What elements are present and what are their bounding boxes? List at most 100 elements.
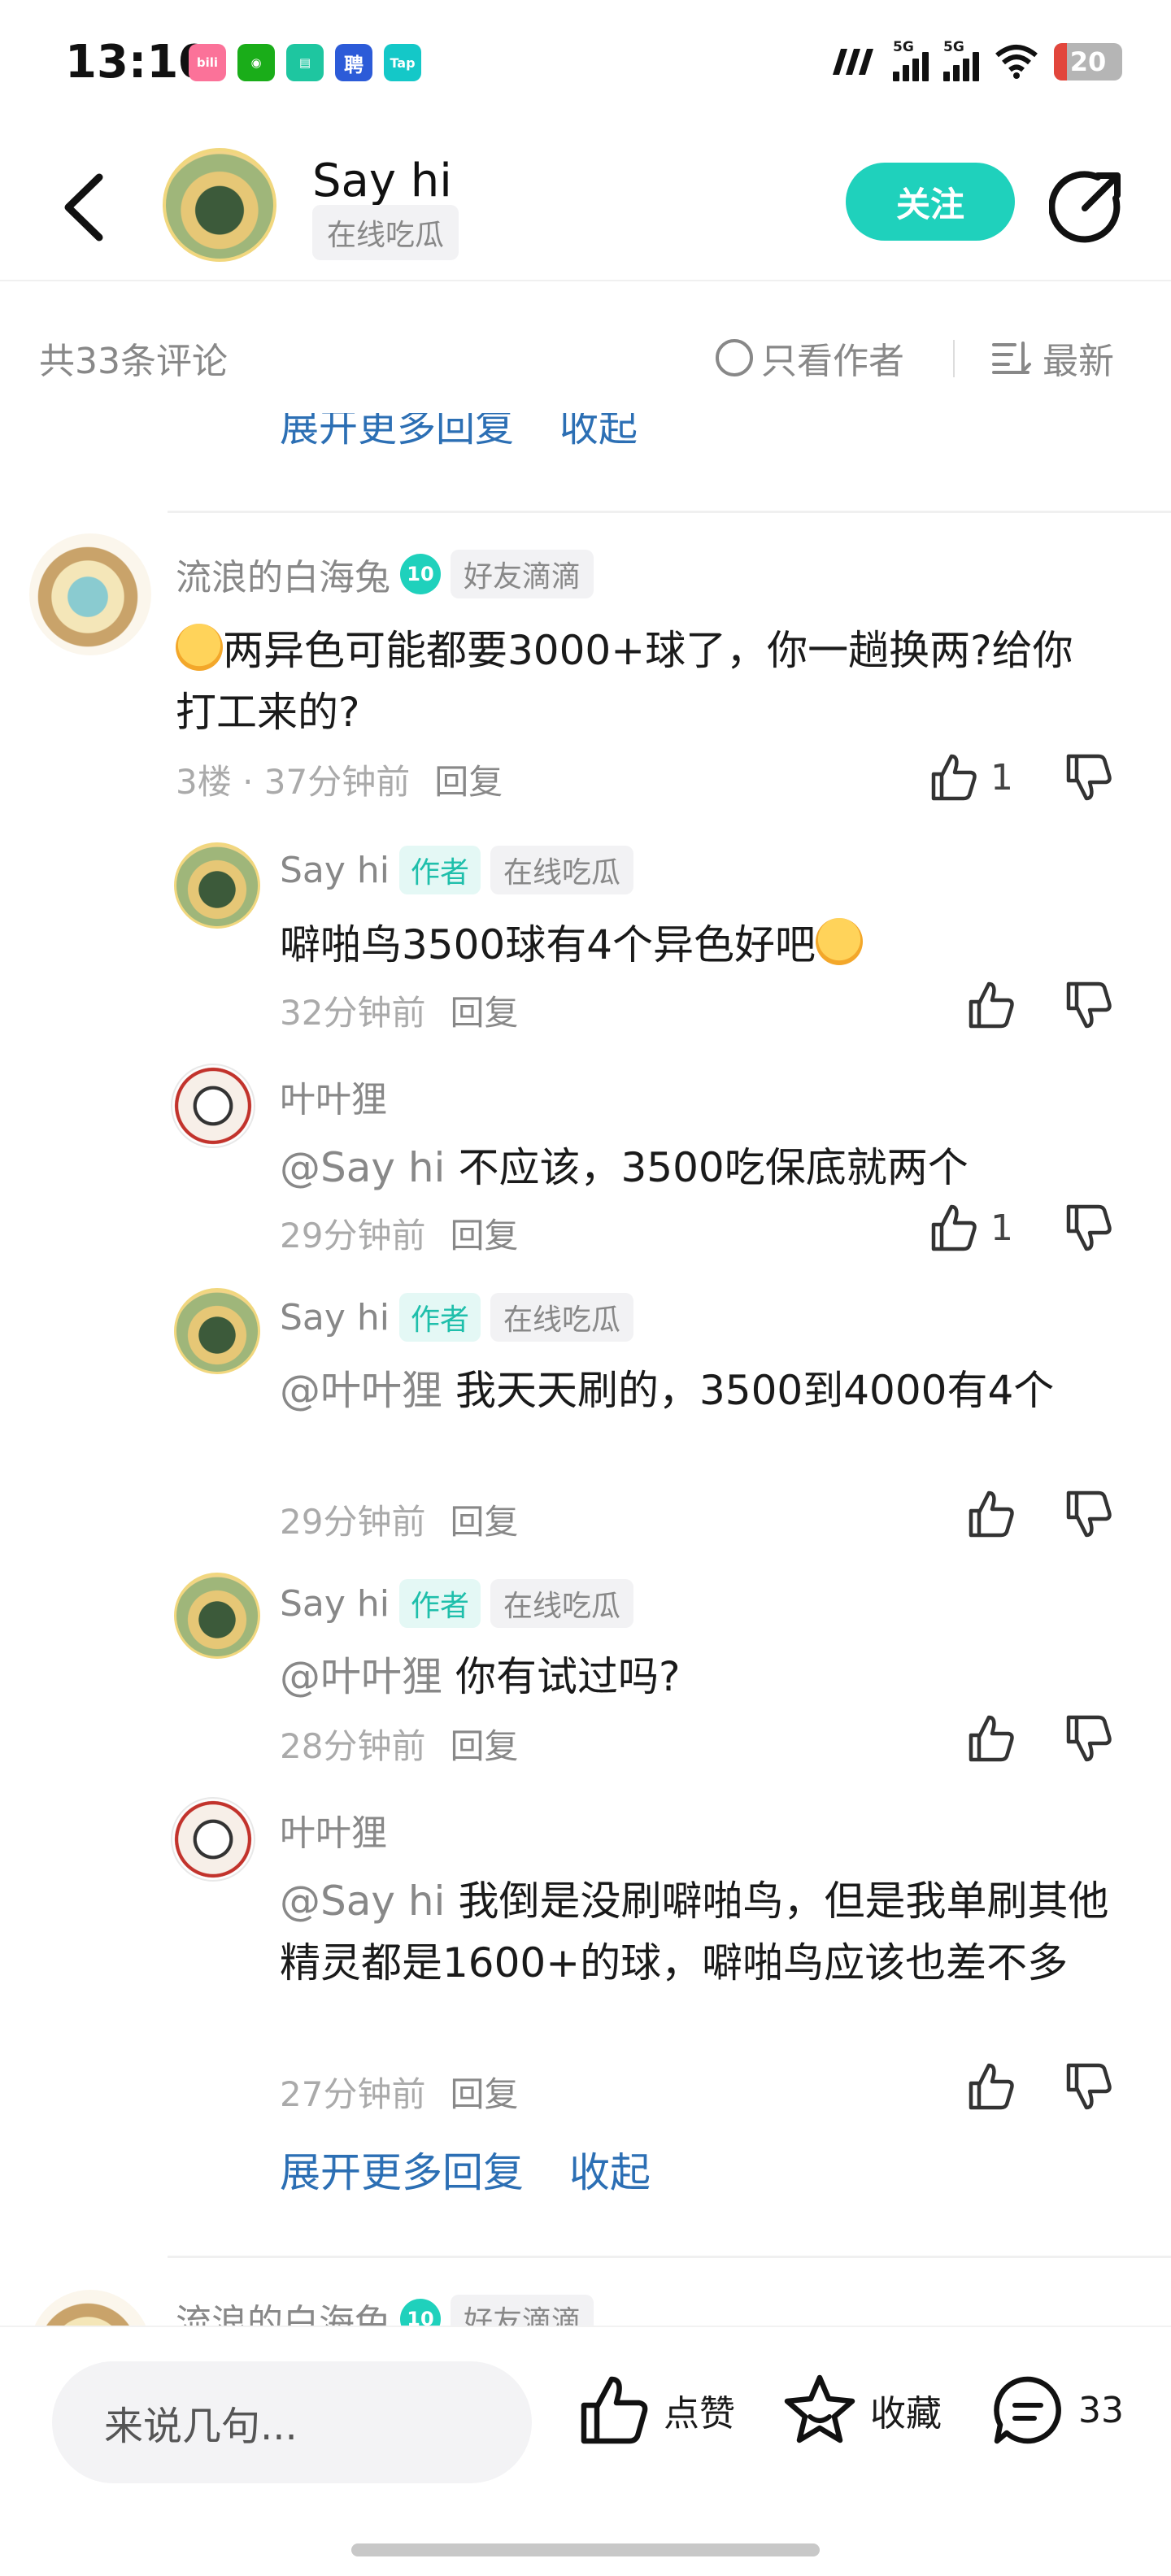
replier-tag: 在线吃瓜 [490,1579,634,1628]
back-arrow-icon[interactable] [57,171,114,244]
mention[interactable]: @Say hi [280,1144,445,1191]
level-badge: 10 [400,554,441,594]
share-icon[interactable] [1049,169,1124,244]
comments-button[interactable]: 33 [989,2371,1124,2449]
replier-header: Say hi 作者 在线吃瓜 [280,1579,634,1628]
expand-replies: 展开更多回复 收起 [280,2140,651,2199]
replier-avatar[interactable] [174,842,260,929]
thumbs-down-icon[interactable] [1062,979,1114,1031]
reply-time: 29分钟前 [280,1216,426,1255]
thumbs-down-icon[interactable] [1062,751,1114,803]
thumbs-up-icon [969,1490,1014,1538]
reply-button[interactable]: 回复 [450,1719,518,1769]
star-icon [784,2374,855,2443]
emoji-icon [816,918,864,965]
sort-icon [992,342,1031,374]
reply-time: 28分钟前 [280,1726,426,1766]
commenter-avatar[interactable] [29,533,151,655]
replier-name[interactable]: Say hi [280,850,390,891]
replier-name[interactable]: 叶叶狸 [280,1070,387,1122]
expand-more-link[interactable]: 展开更多回复 [280,2140,524,2199]
replier-header: Say hi 作者 在线吃瓜 [280,846,634,894]
replier-tag: 在线吃瓜 [490,1293,634,1342]
reply-button[interactable]: 回复 [450,1208,518,1258]
replier-name[interactable]: Say hi [280,1583,390,1625]
sort-toggle[interactable]: 最新 [992,332,1114,384]
sort-label: 最新 [1043,341,1114,382]
signal-5g-2-icon: 5G [943,39,979,81]
like-button[interactable] [964,2060,1016,2113]
reply-text: 噼啪鸟3500球有4个异色好吧 [280,914,1093,976]
replier-name[interactable]: Say hi [280,1297,390,1338]
like-button[interactable] [964,1488,1016,1540]
reply-text: @叶叶狸 我天天刷的，3500到4000有4个 [280,1367,1055,1414]
wifi-icon [995,45,1038,79]
thumbs-down-icon[interactable] [1062,2060,1114,2113]
taptap-icon: Tap [384,44,421,81]
author-badge: 作者 [399,846,481,894]
system-icons: 5G 5G 20 [829,39,1122,81]
home-indicator[interactable] [351,2543,820,2556]
reply-meta: 28分钟前 回复 [280,1719,518,1769]
replier-avatar[interactable] [174,1573,260,1659]
replier-name[interactable]: 叶叶狸 [280,1804,387,1856]
battery-icon: 20 [1054,43,1122,80]
collapse-link[interactable]: 收起 [559,413,638,463]
replier-header: 叶叶狸 [280,1070,387,1122]
author-badge: 作者 [399,1293,481,1342]
comment-divider [168,511,1171,513]
bottom-action-bar: 来说几句... 点赞 收藏 33 [0,2326,1171,2576]
follow-button[interactable]: 关注 [846,163,1015,241]
like-post-button[interactable]: 点赞 [574,2371,735,2449]
like-button[interactable]: 1 [927,751,1013,803]
comment-count-label: 33 [1078,2389,1124,2431]
comment-text: 两异色可能都要3000+球了，你一趟换两?给你打工来的? [176,620,1103,743]
like-count: 1 [990,1207,1013,1249]
nfc-speed-icon [833,49,873,75]
like-button[interactable] [964,1712,1016,1764]
thumbs-down-icon[interactable] [1062,1202,1114,1254]
mention[interactable]: @Say hi [280,1878,445,1925]
comment-input[interactable]: 来说几句... [52,2361,532,2483]
comment-meta: 3楼 · 37分钟前 回复 [176,755,503,804]
reply-button[interactable]: 回复 [450,2067,518,2117]
post-header: Say hi 在线吃瓜 关注 [0,130,1171,281]
replier-header: Say hi 作者 在线吃瓜 [280,1293,634,1342]
replier-avatar[interactable] [174,1288,260,1374]
expand-more-link[interactable]: 展开更多回复 [280,413,514,463]
next-comment-peek: 流浪的白海兔 10 好友滴滴 [0,2257,1171,2330]
replier-avatar[interactable] [171,1797,255,1882]
favorite-button[interactable]: 收藏 [781,2371,942,2449]
reply-button[interactable]: 回复 [450,1495,518,1544]
reply-button[interactable]: 回复 [450,986,518,1035]
reply-meta: 32分钟前 回复 [280,986,518,1035]
reply-meta: 29分钟前 回复 [280,1495,518,1544]
reply-meta: 29分钟前 回复 [280,1208,518,1258]
comment-floor: 3楼 [176,762,232,802]
reply-button[interactable]: 回复 [434,755,503,804]
note-app-icon: ▤ [286,44,324,81]
commenter-name[interactable]: 流浪的白海兔 [176,548,390,600]
mention[interactable]: @叶叶狸 [280,1653,442,1700]
thumbs-down-icon[interactable] [1062,1712,1114,1764]
like-button[interactable]: 1 [927,1202,1013,1254]
replier-tag: 在线吃瓜 [490,846,634,894]
bilibili-icon: bili [189,44,226,81]
replier-avatar[interactable] [171,1064,255,1148]
only-author-toggle[interactable]: 只看作者 [716,332,904,384]
author-avatar[interactable] [163,148,276,262]
like-post-label: 点赞 [664,2393,735,2435]
commenter-avatar[interactable] [29,2290,151,2330]
thumbs-down-icon[interactable] [1062,1488,1114,1540]
commenter-header: 流浪的白海兔 10 好友滴滴 [176,548,594,600]
author-name[interactable]: Say hi [312,154,452,207]
like-button[interactable] [964,979,1016,1031]
author-tag: 在线吃瓜 [312,205,459,260]
replier-header: 叶叶狸 [280,1804,387,1856]
mention[interactable]: @叶叶狸 [280,1367,442,1414]
signal-5g-icon: 5G [893,39,929,81]
collapse-link[interactable]: 收起 [569,2140,651,2199]
comment-filter-bar: 共33条评论 只看作者 最新 [0,322,1171,392]
reply-meta: 27分钟前 回复 [280,2067,518,2117]
comment-count: 共33条评论 [39,341,228,382]
